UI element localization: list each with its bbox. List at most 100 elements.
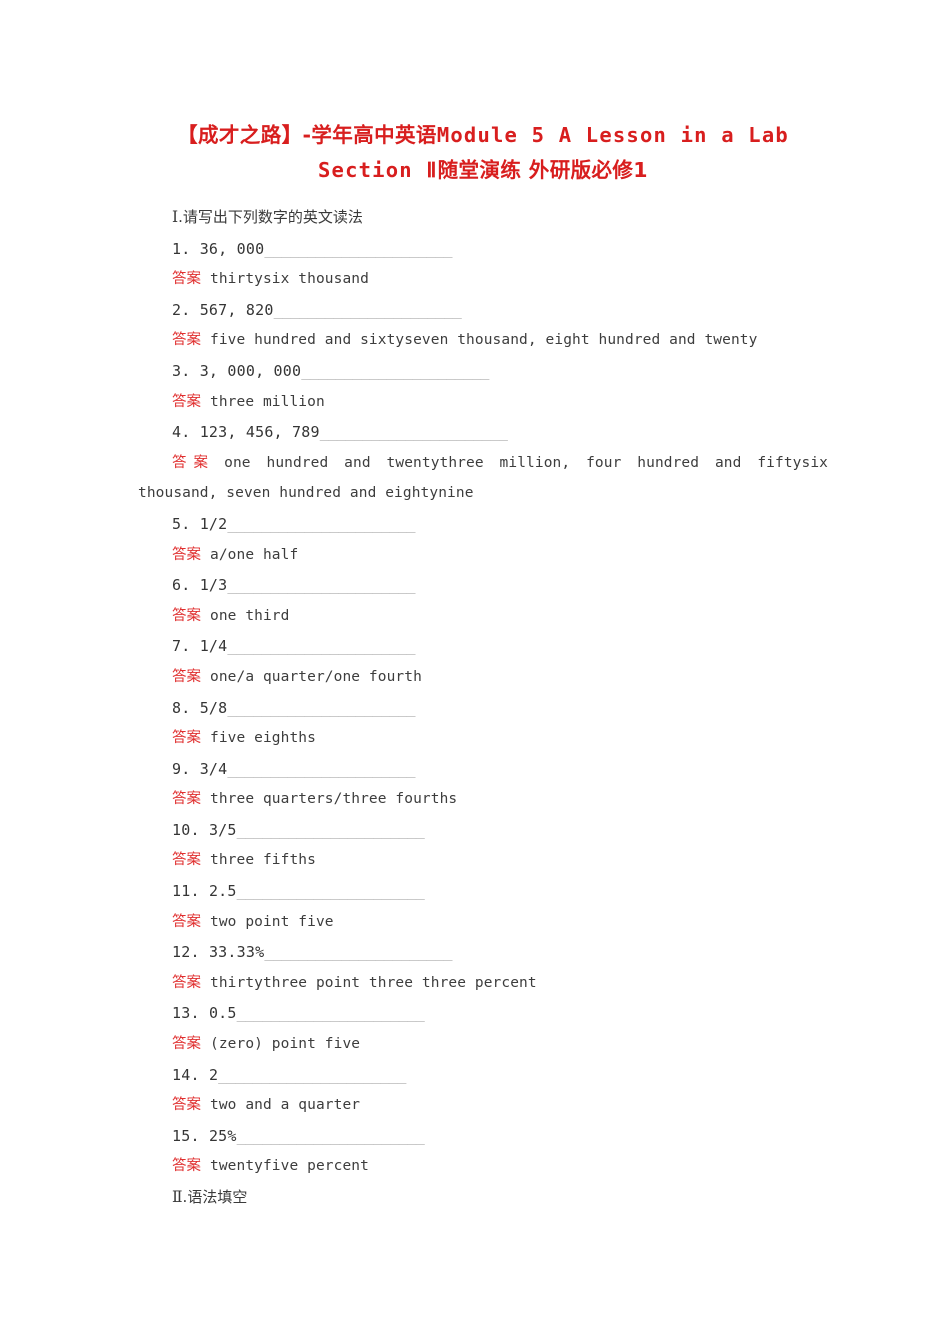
answer-line: 答案 twentyfive percent: [138, 1151, 828, 1182]
answer-label: 答案: [172, 1158, 201, 1175]
answer-text: five eighths: [210, 730, 316, 747]
question-number: 8.: [172, 698, 191, 717]
answer-text: three million: [210, 393, 325, 410]
answer-line: 答案 one hundred and twentythree million, f…: [138, 448, 828, 509]
answer-label: 答案: [172, 332, 201, 349]
question-number: 11.: [172, 882, 200, 901]
answer-text: (zero) point five: [210, 1036, 361, 1053]
answer-blank[interactable]: ______________________: [227, 515, 415, 533]
question-number: 9.: [172, 759, 191, 778]
answer-label: 答案: [172, 454, 216, 471]
answer-line: 答案 two point five: [138, 907, 828, 938]
question-prompt: 2.5: [208, 882, 237, 901]
answer-label: 答案: [172, 913, 201, 930]
question-number: 4.: [172, 423, 191, 442]
question-number: 1.: [172, 239, 191, 258]
answer-line: 答案 one/a quarter/one fourth: [138, 662, 828, 693]
answer-blank[interactable]: ______________________: [227, 760, 415, 778]
question-line: 7. 1/4______________________: [138, 631, 828, 662]
question-line: 5. 1/2______________________: [138, 509, 828, 540]
answer-label: 答案: [172, 852, 201, 869]
answer-label: 答案: [172, 607, 201, 624]
question-number: 7.: [172, 637, 191, 656]
answer-text: twentyfive percent: [210, 1158, 369, 1175]
answer-label: 答案: [172, 730, 201, 747]
question-number: 15.: [172, 1126, 200, 1145]
question-number: 6.: [172, 576, 191, 595]
answer-text: two and a quarter: [210, 1097, 361, 1114]
answer-blank[interactable]: ______________________: [227, 637, 415, 655]
answer-label: 答案: [172, 791, 201, 808]
section-heading-2: Ⅱ.语法填空: [138, 1182, 828, 1214]
question-prompt: 1/4: [199, 637, 228, 656]
question-number: 5.: [172, 514, 191, 533]
answer-text: thirtysix thousand: [210, 271, 369, 288]
answer-blank[interactable]: ______________________: [264, 943, 452, 961]
question-prompt: 5/8: [199, 698, 228, 717]
answer-blank[interactable]: ______________________: [237, 882, 425, 900]
question-prompt: 33.33%: [208, 943, 265, 962]
answer-label: 答案: [172, 668, 201, 685]
answer-blank[interactable]: ______________________: [274, 301, 462, 319]
question-line: 10. 3/5______________________: [138, 815, 828, 846]
question-line: 13. 0.5______________________: [138, 998, 828, 1029]
question-number: 10.: [172, 820, 200, 839]
answer-text: one third: [210, 607, 290, 624]
question-number: 3.: [172, 361, 191, 380]
question-line: 14. 2______________________: [138, 1060, 828, 1091]
question-prompt: 567, 820: [199, 300, 274, 319]
answer-blank[interactable]: ______________________: [301, 362, 489, 380]
answer-line: 答案 five hundred and sixtyseven thousand, …: [138, 325, 828, 356]
document-body: Ⅰ.请写出下列数字的英文读法 1. 36, 000_______________…: [138, 202, 828, 1214]
answer-text: one/a quarter/one fourth: [210, 668, 422, 685]
question-line: 8. 5/8______________________: [138, 693, 828, 724]
question-prompt: 0.5: [208, 1004, 237, 1023]
answer-label: 答案: [172, 271, 201, 288]
answer-line: 答案 one third: [138, 601, 828, 632]
page-title: 【成才之路】-学年高中英语Module 5 A Lesson in a Lab …: [138, 0, 828, 188]
answer-blank[interactable]: ______________________: [320, 423, 508, 441]
question-prompt: 2: [208, 1065, 219, 1084]
answer-line: 答案 thirtythree point three three percent: [138, 968, 828, 999]
question-number: 2.: [172, 300, 191, 319]
answer-label: 答案: [172, 1036, 201, 1053]
answer-blank[interactable]: ______________________: [227, 699, 415, 717]
answer-text: a/one half: [210, 546, 299, 563]
answer-blank[interactable]: ______________________: [227, 576, 415, 594]
answer-blank[interactable]: ______________________: [218, 1066, 406, 1084]
answer-label: 答案: [172, 393, 201, 410]
answer-blank[interactable]: ______________________: [237, 821, 425, 839]
answer-line: 答案 two and a quarter: [138, 1090, 828, 1121]
answer-label: 答案: [172, 974, 201, 991]
section-heading-1: Ⅰ.请写出下列数字的英文读法: [138, 202, 828, 234]
question-prompt: 25%: [208, 1126, 237, 1145]
answer-blank[interactable]: ______________________: [237, 1127, 425, 1145]
question-prompt: 36, 000: [199, 239, 265, 258]
question-line: 11. 2.5______________________: [138, 876, 828, 907]
question-prompt: 3/4: [199, 759, 228, 778]
title-line-1-chinese: 【成才之路】-学年高中英语: [177, 123, 437, 147]
question-line: 1. 36, 000______________________: [138, 234, 828, 265]
section-heading-text-1: .请写出下列数字的英文读法: [178, 208, 363, 226]
answer-line: 答案 (zero) point five: [138, 1029, 828, 1060]
question-line: 9. 3/4______________________: [138, 754, 828, 785]
answer-line: 答案 thirtysix thousand: [138, 264, 828, 295]
title-line-1: 【成才之路】-学年高中英语Module 5 A Lesson in a Lab: [138, 118, 828, 153]
answer-blank[interactable]: ______________________: [264, 240, 452, 258]
answer-label: 答案: [172, 1097, 201, 1114]
answer-label: 答案: [172, 546, 201, 563]
answer-blank[interactable]: ______________________: [237, 1004, 425, 1022]
answer-line: 答案 a/one half: [138, 540, 828, 571]
question-prompt: 1/3: [199, 576, 228, 595]
answer-text: three quarters/three fourths: [210, 791, 458, 808]
question-line: 3. 3, 000, 000______________________: [138, 356, 828, 387]
title-line-1-latin: Module 5 A Lesson in a Lab: [436, 123, 789, 147]
section-heading-text-2: .语法填空: [182, 1188, 248, 1206]
answer-line: 答案 three fifths: [138, 845, 828, 876]
title-line-2: Section Ⅱ随堂演练 外研版必修1: [138, 153, 828, 188]
question-prompt: 3/5: [208, 820, 237, 839]
question-line: 15. 25%______________________: [138, 1121, 828, 1152]
question-line: 4. 123, 456, 789______________________: [138, 417, 828, 448]
answer-text: one hundred and twentythree million, fou…: [138, 454, 828, 502]
answer-text: five hundred and sixtyseven thousand, ei…: [210, 332, 758, 349]
